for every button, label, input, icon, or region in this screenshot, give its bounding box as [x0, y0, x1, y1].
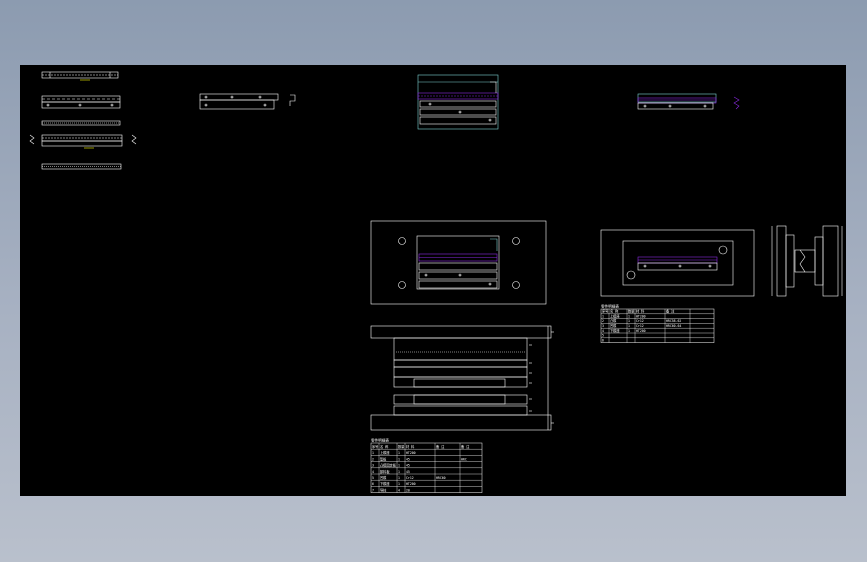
- bom-cell: 卸料板: [380, 469, 390, 474]
- bom-cell: HRC58-62: [666, 319, 681, 323]
- bom-cell: HT200: [636, 329, 646, 333]
- die-elevation-view: [370, 325, 554, 431]
- bom-cell: 2: [602, 319, 604, 323]
- bom-cell: 1: [398, 482, 400, 486]
- cad-drawing-viewport[interactable]: 零件明细表 序号名 称数量材 料备 注 1 上模座 1 HT200 2 凸模 1 Cr12 HRC5…: [20, 65, 846, 496]
- bom-cell: 20: [406, 488, 410, 492]
- bom-cell: 3: [372, 464, 374, 468]
- bom-cell: 上模座: [380, 450, 390, 455]
- bom-header-cell: 材 料: [636, 309, 645, 314]
- bom-cell: 垫板: [380, 456, 387, 461]
- bom-header-cell: 名 称: [380, 444, 389, 449]
- strip-layout-4: [29, 134, 137, 149]
- bom-cell: HRC60: [436, 476, 446, 480]
- bom-header-cell: 序号: [602, 309, 608, 314]
- bom-cell: Cr12: [406, 476, 414, 480]
- bom-header-cell: 材 料: [406, 444, 415, 449]
- bom-cell: 1: [628, 329, 630, 333]
- bom-cell: 1: [602, 314, 604, 318]
- strip-layout-1: [41, 71, 119, 81]
- bom-table-bottom: 零件明细表序号名 称数量材 料备 注备 注1 上模座 1 HT2002 垫板 1 45 HRC…: [370, 438, 483, 493]
- bom-cell: HRC60-64: [666, 324, 681, 328]
- bom-cell: 45: [406, 457, 410, 461]
- bom-table-title: 零件明细表: [601, 304, 619, 309]
- bom-cell: 1: [628, 319, 630, 323]
- bom-cell: 6: [372, 482, 374, 486]
- bom-cell: 5: [372, 476, 374, 480]
- bom-header-cell: 序号: [372, 444, 378, 449]
- bom-cell: 1: [372, 451, 374, 455]
- bom-cell: Cr12: [636, 324, 644, 328]
- bom-cell: 4: [372, 470, 374, 474]
- strip-layout-3: [41, 120, 121, 126]
- bom-cell: 7: [372, 488, 374, 492]
- bom-header-cell: 备 注: [666, 309, 675, 314]
- bom-cell: HRC: [461, 457, 467, 461]
- bom-cell: 导柱: [380, 487, 387, 492]
- bom-cell: 2: [372, 457, 374, 461]
- bom-table-title: 零件明细表: [371, 438, 389, 443]
- bom-cell: 下模座: [610, 328, 620, 333]
- bom-cell: 1: [628, 324, 630, 328]
- bom-cell: 5: [602, 334, 604, 338]
- bom-cell: HT200: [636, 314, 646, 318]
- bom-header-cell: 备 注: [461, 444, 470, 449]
- bom-cell: 凹模: [380, 475, 387, 480]
- bom-cell: 1: [398, 457, 400, 461]
- top-center-assembly: [417, 74, 499, 130]
- right-plan-view: [600, 229, 755, 297]
- bom-header-cell: 数量: [628, 309, 635, 314]
- bom-cell: 1: [398, 470, 400, 474]
- bom-header-cell: 名 称: [610, 309, 619, 314]
- right-section-view: [771, 225, 843, 297]
- bom-cell: Cr12: [636, 319, 644, 323]
- bom-cell: HT200: [406, 482, 416, 486]
- bom-table-right: 零件明细表序号名 称 数量材 料 备 注 1 上模座 1 HT200 2 凸模 1 Cr12 HRC5…: [600, 304, 715, 343]
- bom-cell: 上模座: [610, 313, 620, 318]
- part-view-strip: [199, 93, 296, 110]
- bom-cell: 45: [406, 464, 410, 468]
- bom-cell: 1: [628, 314, 630, 318]
- bom-cell: 4: [602, 329, 604, 333]
- top-right-strip: [637, 93, 740, 110]
- bom-cell: 1: [398, 451, 400, 455]
- bom-cell: 3: [602, 324, 604, 328]
- bom-cell: 45: [406, 470, 410, 474]
- die-plan-view: [370, 220, 547, 305]
- bom-header-cell: 备 注: [436, 444, 445, 449]
- strip-layout-2: [41, 95, 121, 109]
- bom-header-cell: 数量: [398, 444, 405, 449]
- cad-drawing-canvas[interactable]: 零件明细表序号名 称数量材 料备 注1 上模座 1 HT2002 凸模 1 Cr12 HRC5…: [20, 65, 846, 496]
- strip-layout-5: [41, 163, 122, 170]
- bom-cell: 下模座: [380, 481, 390, 486]
- bom-cell: 6: [602, 338, 604, 342]
- bom-cell: 凸模固定板: [380, 463, 397, 468]
- bom-cell: HT200: [406, 451, 416, 455]
- bom-cell: 1: [398, 464, 400, 468]
- bom-cell: 凹模: [610, 323, 617, 328]
- bom-cell: 4: [398, 488, 400, 492]
- bom-cell: 凸模: [610, 318, 617, 323]
- bom-cell: 1: [398, 476, 400, 480]
